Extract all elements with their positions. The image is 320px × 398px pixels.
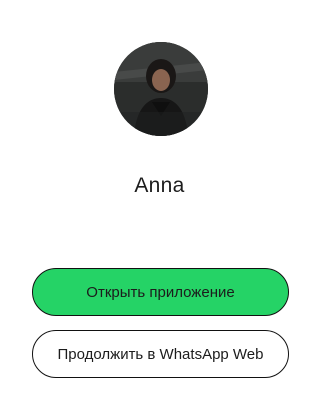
profile-photo-icon — [114, 42, 208, 136]
contact-screen: Anna Открыть приложение Продолжить в Wha… — [0, 0, 319, 398]
contact-avatar — [114, 42, 208, 136]
contact-name: Anna — [134, 174, 185, 197]
continue-web-button[interactable]: Продолжить в WhatsApp Web — [32, 330, 289, 378]
open-app-button[interactable]: Открыть приложение — [32, 268, 289, 316]
